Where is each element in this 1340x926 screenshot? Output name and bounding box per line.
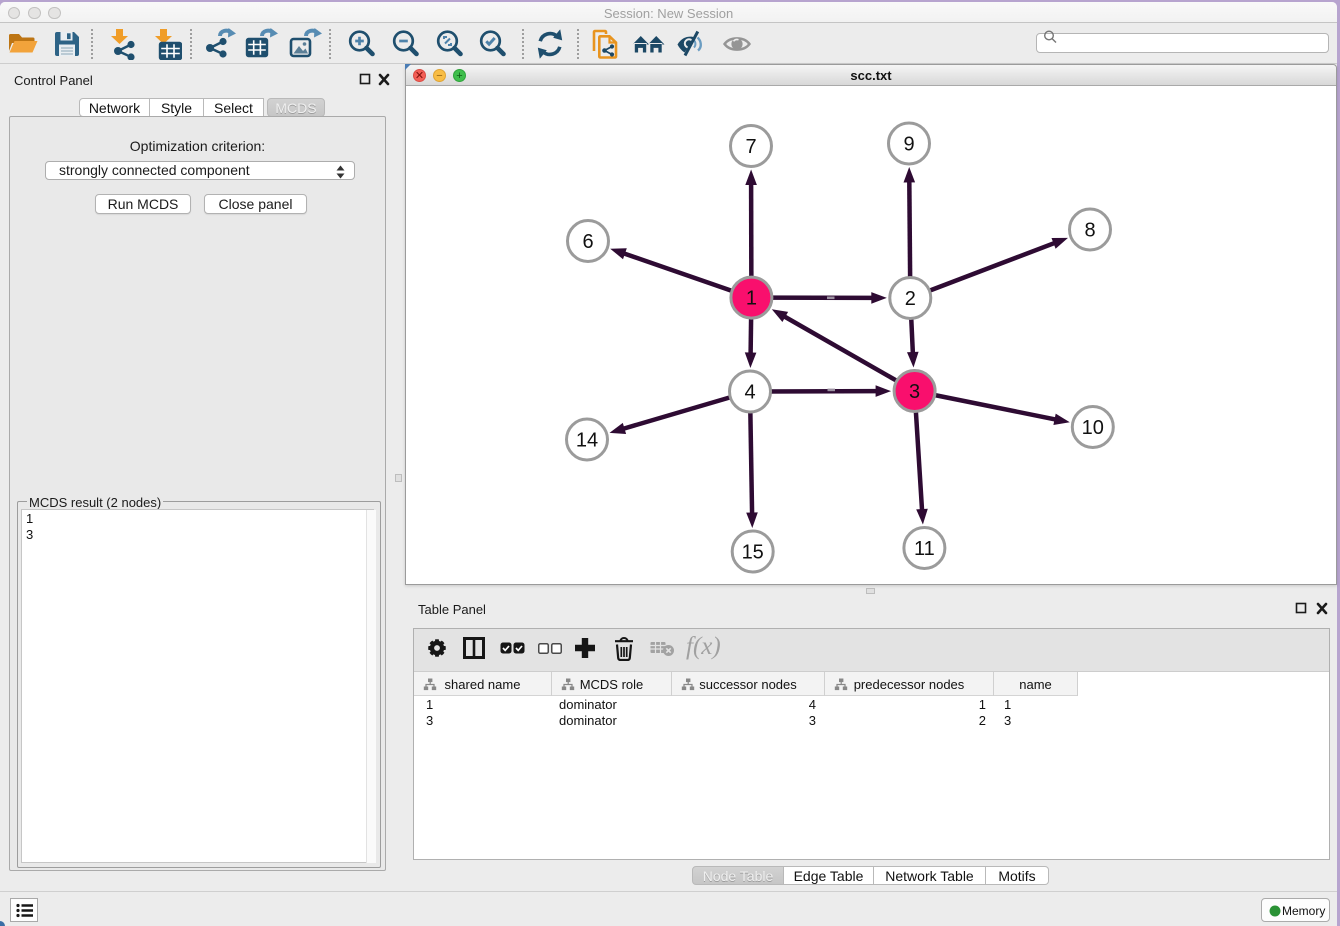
svg-text:15: 15 <box>742 542 764 564</box>
svg-text:14: 14 <box>576 430 598 452</box>
svg-text:6: 6 <box>582 231 593 253</box>
svg-text:11: 11 <box>914 538 935 560</box>
svg-text:4: 4 <box>744 382 755 404</box>
svg-text:8: 8 <box>1084 220 1095 242</box>
svg-text:2: 2 <box>905 288 916 310</box>
svg-text:9: 9 <box>903 134 914 156</box>
svg-text:3: 3 <box>909 381 920 403</box>
svg-text:7: 7 <box>745 136 756 158</box>
svg-text:1: 1 <box>746 288 757 310</box>
svg-text:10: 10 <box>1082 417 1104 439</box>
